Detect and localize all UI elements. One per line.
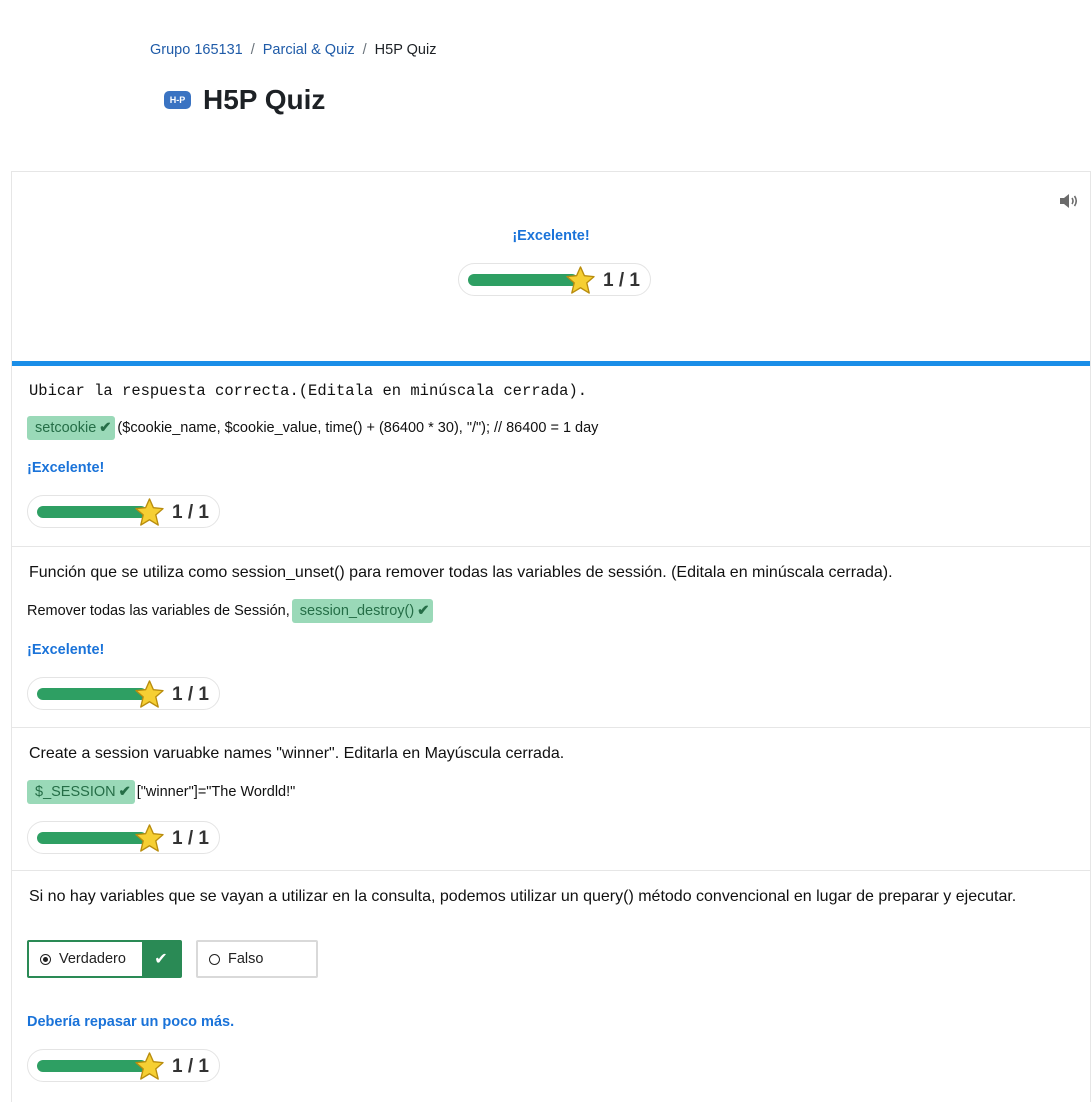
breadcrumb-link-group[interactable]: Grupo 165131	[150, 42, 243, 58]
score-text: 1 / 1	[172, 502, 209, 523]
score-text: 1 / 1	[172, 684, 209, 705]
answer-text: setcookie	[35, 420, 97, 436]
question-3: Create a session varuabke names "winner"…	[12, 727, 1090, 871]
breadcrumb-separator: /	[362, 42, 367, 58]
breadcrumb: Grupo 165131 / Parcial & Quiz / H5P Quiz	[150, 42, 436, 58]
score-progress-bar	[37, 506, 147, 518]
score-progress-bar	[468, 274, 578, 286]
question-prompt: Ubicar la respuesta correcta.(Editala en…	[29, 382, 588, 400]
check-icon: ✔	[417, 603, 430, 619]
page-title: H5P Quiz	[203, 84, 326, 115]
answer-line: Remover todas las variables de Sessión, …	[27, 599, 434, 623]
option-label: Falso	[228, 951, 264, 967]
check-icon: ✔	[118, 784, 131, 800]
question-score-bar: 1 / 1	[27, 677, 220, 710]
question-prompt: Si no hay variables que se vayan a utili…	[29, 888, 1017, 905]
answer-line: $_SESSION ✔ ["winner"]="The Wordld!"	[27, 780, 295, 804]
score-text: 1 / 1	[603, 270, 640, 291]
overall-feedback: ¡Excelente!	[512, 228, 590, 244]
h5p-content-frame: ¡Excelente! 1 / 1 Ubicar la respuesta co…	[11, 171, 1091, 1102]
option-falso[interactable]: Falso	[196, 940, 318, 978]
star-icon	[135, 824, 164, 852]
radio-icon	[209, 953, 220, 965]
answer-chip: session_destroy() ✔	[291, 599, 434, 623]
answer-text: $_SESSION	[35, 784, 116, 800]
breadcrumb-current: H5P Quiz	[374, 42, 437, 58]
question-2: Función que se utiliza como session_unse…	[12, 546, 1090, 728]
option-verdadero[interactable]: Verdadero ✔	[27, 940, 182, 978]
radio-selected-icon	[40, 953, 51, 965]
question-4: Si no hay variables que se vayan a utili…	[12, 870, 1090, 1103]
score-text: 1 / 1	[172, 828, 209, 849]
answer-line: setcookie ✔ ($cookie_name, $cookie_value…	[27, 416, 598, 440]
question-score-bar: 1 / 1	[27, 495, 220, 528]
question-score-bar: 1 / 1	[27, 821, 220, 854]
overall-score-bar: 1 / 1	[458, 263, 651, 296]
score-text: 1 / 1	[172, 1056, 209, 1077]
answer-chip: setcookie ✔	[27, 416, 116, 440]
option-label: Verdadero	[59, 951, 126, 967]
question-prompt: Función que se utiliza como session_unse…	[29, 564, 893, 581]
page-header: H-P H5P Quiz	[164, 84, 325, 116]
score-progress-bar	[37, 1060, 147, 1072]
sentence-text: Remover todas las variables de Sessión,	[27, 603, 290, 619]
question-feedback: ¡Excelente!	[27, 460, 105, 476]
score-progress-bar	[37, 832, 147, 844]
question-feedback: ¡Excelente!	[27, 642, 105, 658]
question-feedback: Debería repasar un poco más.	[27, 1014, 235, 1030]
question-prompt: Create a session varuabke names "winner"…	[29, 745, 565, 762]
star-icon	[566, 266, 595, 294]
question-score-bar: 1 / 1	[27, 1049, 220, 1082]
speaker-icon[interactable]	[1058, 192, 1080, 210]
answer-chip: $_SESSION ✔	[27, 780, 135, 804]
code-text: ($cookie_name, $cookie_value, time() + (…	[117, 420, 599, 436]
question-1: Ubicar la respuesta correcta.(Editala en…	[12, 366, 1090, 546]
star-icon	[135, 1052, 164, 1080]
star-icon	[135, 498, 164, 526]
code-text: ["winner"]="The Wordld!"	[136, 784, 296, 800]
answer-text: session_destroy()	[299, 603, 415, 619]
score-progress-bar	[37, 688, 147, 700]
breadcrumb-separator: /	[250, 42, 255, 58]
breadcrumb-link-parcial[interactable]: Parcial & Quiz	[263, 42, 355, 58]
h5p-icon: H-P	[164, 91, 191, 109]
star-icon	[135, 680, 164, 708]
check-icon: ✔	[142, 942, 180, 976]
check-icon: ✔	[99, 420, 112, 436]
